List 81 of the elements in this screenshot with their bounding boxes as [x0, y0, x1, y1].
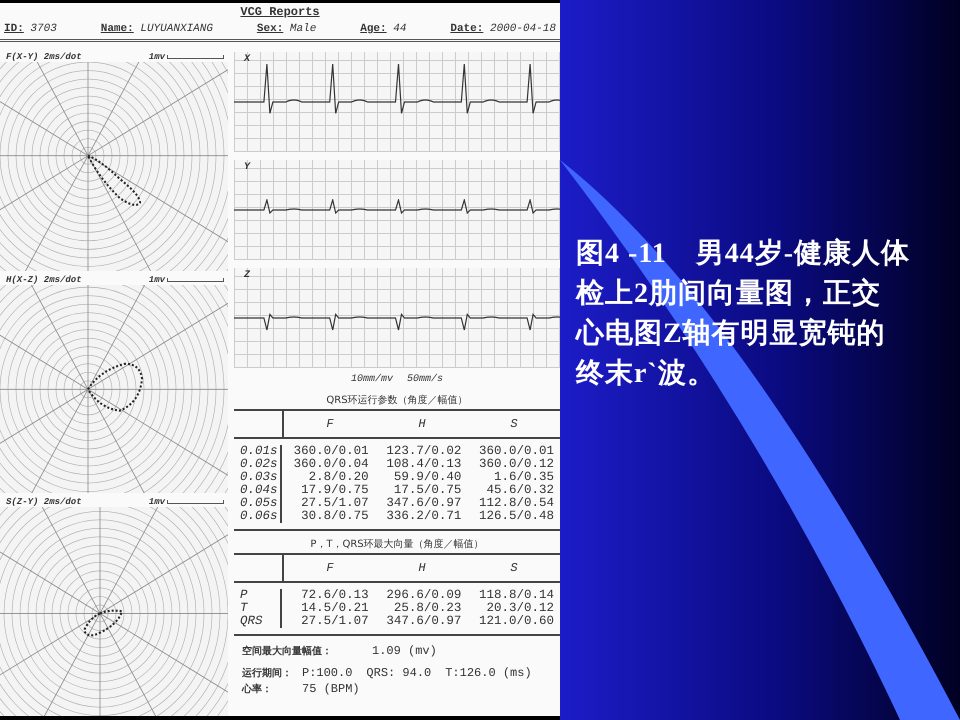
- row-label: P: [234, 589, 282, 602]
- row-label: QRS: [234, 615, 282, 628]
- loop-label: F(X-Y) 2ms/dot: [6, 52, 82, 62]
- field-label: Sex:: [256, 23, 284, 35]
- field-value: 2000-04-18: [490, 23, 556, 35]
- table-title: P，T，QRS环最大向量（角度／幅值）: [310, 538, 484, 551]
- table-cell-text: 14.5/0.21: [300, 602, 370, 615]
- row-label: 0.02s: [234, 458, 282, 471]
- row-label: 0.03s: [234, 471, 282, 484]
- table-cell-text: 360.0/0.04: [292, 458, 370, 471]
- field-label: Age:: [360, 23, 387, 35]
- field-label: Date:: [450, 23, 484, 35]
- summary-label: 空间最大向量幅值：: [242, 644, 332, 658]
- field-value: 3703: [30, 23, 57, 35]
- field-value: Male: [290, 23, 316, 35]
- table-cell-text: 360.0/0.12: [478, 458, 556, 471]
- table-cell-text: 30.8/0.75: [300, 510, 370, 523]
- column-header: S: [509, 417, 519, 431]
- summary-value: QRS: 94.0: [366, 666, 432, 680]
- speed-label: 10mm/mv: [350, 374, 393, 385]
- table-cell-text: 1.6/0.35: [493, 471, 556, 484]
- column-header: S: [509, 561, 519, 575]
- speed-label: 50mm/s: [407, 374, 444, 385]
- table-cell-text: 118.8/0.14: [478, 589, 556, 602]
- row-label: 0.01s: [234, 445, 282, 458]
- summary-value: 75 (BPM): [302, 682, 361, 696]
- scale-label: 1mv: [148, 274, 165, 285]
- row-label: 0.04s: [234, 484, 282, 497]
- table-cell-text: 121.0/0.60: [478, 615, 556, 628]
- caption-line: 图4 -11 男44岁-健康人体: [576, 236, 910, 271]
- lead-label: Y: [244, 162, 250, 173]
- caption-line: 心电图Z轴有明显宽钝的: [576, 316, 886, 351]
- field-label: ID:: [4, 23, 24, 35]
- table-cell-text: 123.7/0.02: [385, 445, 462, 458]
- summary-value: 1.09 (mv): [372, 644, 437, 658]
- scale-bar: [167, 278, 224, 282]
- row-label: T: [234, 602, 282, 615]
- loop-label: H(X-Z) 2ms/dot: [6, 274, 82, 285]
- table-cell-text: 296.6/0.09: [385, 589, 462, 602]
- table-cell-text: 20.3/0.12: [486, 602, 556, 615]
- table-cell-text: 17.9/0.75: [300, 484, 370, 497]
- column-header: H: [417, 561, 427, 575]
- table-cell-text: 347.6/0.97: [385, 497, 462, 510]
- table-cell-text: 360.0/0.01: [292, 445, 370, 458]
- table-cell-text: 360.0/0.01: [478, 445, 556, 458]
- table-cell-text: 59.9/0.40: [392, 471, 462, 484]
- row-label: 0.06s: [234, 510, 282, 523]
- scale-label: 1mv: [148, 52, 165, 62]
- field-label: Name:: [100, 23, 134, 35]
- table-cell-text: 336.2/0.71: [385, 510, 462, 523]
- table-cell-text: 2.8/0.20: [308, 471, 370, 484]
- table-cell-text: 112.8/0.54: [478, 497, 556, 510]
- column-header: F: [325, 417, 335, 431]
- field-value: LUYUANXIANG: [140, 23, 213, 35]
- table-cell-text: 126.5/0.48: [478, 510, 556, 523]
- table-cell-text: 27.5/1.07: [300, 615, 370, 628]
- table-cell-text: 45.6/0.32: [486, 484, 556, 497]
- table-cell-text: 108.4/0.13: [385, 458, 462, 471]
- column-header: F: [325, 561, 335, 575]
- field-value: 44: [393, 23, 406, 35]
- lead-label: Z: [244, 270, 250, 281]
- report-title: VCG Reports: [240, 5, 320, 19]
- caption-line: 检上2肋间向量图，正交: [576, 276, 881, 311]
- loop-label: S(Z-Y) 2ms/dot: [6, 497, 82, 508]
- table-cell-text: 72.6/0.13: [300, 589, 370, 602]
- summary-value: P:100.0: [302, 666, 352, 680]
- table-cell-text: 27.5/1.07: [300, 497, 370, 510]
- scale-bar: [167, 55, 224, 59]
- summary-label: 运行期间：: [242, 666, 293, 680]
- caption-line: 终末r`波。: [576, 357, 716, 391]
- lead-label: X: [244, 54, 250, 65]
- row-label: 0.05s: [234, 497, 282, 510]
- table-title: QRS环运行参数（角度／幅值）: [326, 394, 468, 407]
- column-header: H: [417, 417, 427, 431]
- summary-value: T:126.0 (ms): [445, 666, 532, 680]
- summary-label: 心率：: [242, 682, 273, 696]
- table-cell-text: 17.5/0.75: [392, 484, 462, 497]
- table-cell-text: 25.8/0.23: [392, 602, 462, 615]
- scale-bar: [167, 500, 224, 504]
- table-cell-text: 347.6/0.97: [385, 615, 462, 628]
- scale-label: 1mv: [148, 497, 165, 508]
